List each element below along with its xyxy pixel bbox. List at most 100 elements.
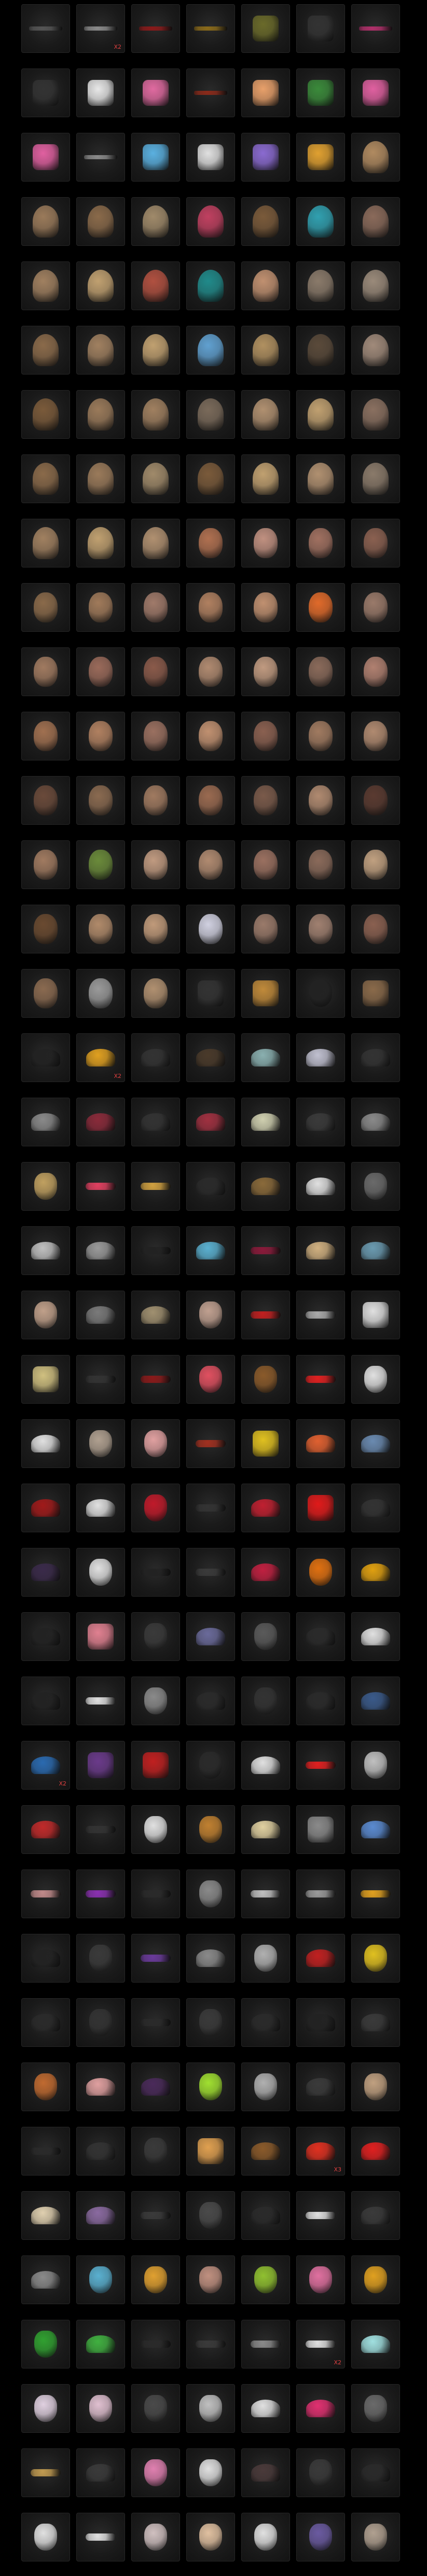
inventory-slot[interactable]: [351, 2384, 400, 2433]
inventory-slot[interactable]: [296, 1612, 345, 1661]
inventory-slot[interactable]: [21, 1484, 70, 1532]
inventory-slot[interactable]: [296, 1226, 345, 1275]
inventory-slot[interactable]: [296, 1355, 345, 1404]
inventory-slot[interactable]: [76, 2513, 125, 2561]
inventory-slot[interactable]: [351, 2062, 400, 2111]
inventory-slot[interactable]: [76, 1677, 125, 1725]
inventory-slot[interactable]: [296, 519, 345, 567]
inventory-slot[interactable]: [296, 2513, 345, 2561]
inventory-slot[interactable]: [241, 2513, 290, 2561]
inventory-slot[interactable]: [241, 1741, 290, 1790]
inventory-slot[interactable]: [241, 1291, 290, 1339]
inventory-slot[interactable]: [296, 2384, 345, 2433]
inventory-slot[interactable]: [21, 1677, 70, 1725]
inventory-slot[interactable]: [296, 68, 345, 117]
inventory-slot[interactable]: [186, 1098, 235, 1146]
inventory-slot[interactable]: [76, 712, 125, 760]
inventory-slot[interactable]: [76, 1869, 125, 1918]
inventory-slot[interactable]: [186, 326, 235, 375]
inventory-slot[interactable]: [241, 905, 290, 953]
inventory-slot[interactable]: [76, 1355, 125, 1404]
inventory-slot[interactable]: [186, 2448, 235, 2497]
inventory-slot[interactable]: [241, 1484, 290, 1532]
inventory-slot[interactable]: [76, 2062, 125, 2111]
inventory-slot[interactable]: [21, 68, 70, 117]
inventory-slot[interactable]: [131, 905, 180, 953]
inventory-slot[interactable]: [131, 1226, 180, 1275]
inventory-slot[interactable]: [296, 2448, 345, 2497]
inventory-slot[interactable]: [296, 1548, 345, 1597]
inventory-slot[interactable]: [21, 133, 70, 182]
inventory-slot[interactable]: [186, 776, 235, 825]
inventory-slot[interactable]: [351, 1355, 400, 1404]
inventory-slot[interactable]: [351, 326, 400, 375]
inventory-slot[interactable]: [241, 2448, 290, 2497]
inventory-slot[interactable]: [76, 1934, 125, 1983]
inventory-slot[interactable]: [351, 519, 400, 567]
inventory-slot[interactable]: [131, 133, 180, 182]
inventory-slot[interactable]: [351, 647, 400, 696]
inventory-slot[interactable]: [76, 1805, 125, 1854]
inventory-slot[interactable]: [76, 2320, 125, 2369]
inventory-slot[interactable]: [186, 68, 235, 117]
inventory-slot[interactable]: [131, 1419, 180, 1468]
inventory-slot[interactable]: [186, 1226, 235, 1275]
inventory-slot[interactable]: [76, 647, 125, 696]
inventory-slot[interactable]: [21, 390, 70, 439]
inventory-slot[interactable]: [21, 1098, 70, 1146]
inventory-slot[interactable]: [351, 840, 400, 889]
inventory-slot[interactable]: [351, 2320, 400, 2369]
inventory-slot[interactable]: [241, 1998, 290, 2047]
inventory-slot[interactable]: [351, 1484, 400, 1532]
inventory-slot[interactable]: [76, 1162, 125, 1211]
inventory-slot[interactable]: [296, 197, 345, 246]
inventory-slot[interactable]: [241, 840, 290, 889]
inventory-slot[interactable]: [351, 1998, 400, 2047]
inventory-slot[interactable]: [131, 776, 180, 825]
inventory-slot[interactable]: [351, 1419, 400, 1468]
inventory-slot[interactable]: [296, 969, 345, 1018]
inventory-slot[interactable]: [186, 2062, 235, 2111]
inventory-slot[interactable]: [296, 647, 345, 696]
inventory-slot[interactable]: [241, 390, 290, 439]
inventory-slot[interactable]: [241, 1098, 290, 1146]
inventory-slot[interactable]: [351, 1869, 400, 1918]
inventory-slot[interactable]: [76, 2127, 125, 2176]
inventory-slot[interactable]: [76, 840, 125, 889]
inventory-slot[interactable]: [131, 1612, 180, 1661]
inventory-slot[interactable]: [351, 1677, 400, 1725]
inventory-slot[interactable]: [21, 969, 70, 1018]
inventory-slot[interactable]: [131, 840, 180, 889]
inventory-slot[interactable]: [131, 2127, 180, 2176]
inventory-slot[interactable]: [131, 1484, 180, 1532]
inventory-slot[interactable]: [131, 4, 180, 53]
inventory-slot[interactable]: [351, 1291, 400, 1339]
inventory-slot[interactable]: [351, 2513, 400, 2561]
inventory-slot[interactable]: [131, 1998, 180, 2047]
inventory-slot[interactable]: [241, 133, 290, 182]
inventory-slot[interactable]: [241, 1548, 290, 1597]
inventory-slot[interactable]: [186, 905, 235, 953]
inventory-slot[interactable]: [296, 712, 345, 760]
inventory-slot[interactable]: [131, 454, 180, 503]
inventory-slot[interactable]: [21, 4, 70, 53]
inventory-slot[interactable]: [351, 1548, 400, 1597]
inventory-slot[interactable]: [76, 583, 125, 632]
inventory-slot[interactable]: [186, 2255, 235, 2304]
inventory-slot[interactable]: [21, 1162, 70, 1211]
inventory-slot[interactable]: [351, 712, 400, 760]
inventory-slot[interactable]: X2: [21, 1741, 70, 1790]
inventory-slot[interactable]: [241, 197, 290, 246]
inventory-slot[interactable]: [76, 2448, 125, 2497]
inventory-slot[interactable]: [296, 390, 345, 439]
inventory-slot[interactable]: [131, 2384, 180, 2433]
inventory-slot[interactable]: [131, 197, 180, 246]
inventory-slot[interactable]: [296, 1805, 345, 1854]
inventory-slot[interactable]: [296, 1162, 345, 1211]
inventory-slot[interactable]: [186, 261, 235, 310]
inventory-slot[interactable]: [296, 1677, 345, 1725]
inventory-slot[interactable]: [21, 2448, 70, 2497]
inventory-slot[interactable]: [186, 133, 235, 182]
inventory-slot[interactable]: [186, 1741, 235, 1790]
inventory-slot[interactable]: [351, 1934, 400, 1983]
